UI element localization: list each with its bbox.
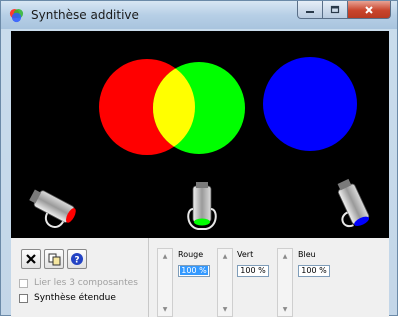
close-window-button[interactable] <box>348 1 391 19</box>
close-scene-button[interactable] <box>21 249 41 269</box>
chevron-up-icon[interactable]: ▲ <box>158 250 172 262</box>
green-slider[interactable]: ▲ ▼ <box>217 248 233 317</box>
separator <box>148 238 149 317</box>
extended-synthesis-checkbox[interactable] <box>19 293 28 303</box>
link-components-option[interactable]: Lier les 3 composantes <box>19 278 138 288</box>
red-slider[interactable]: ▲ ▼ <box>157 248 173 317</box>
chevron-down-icon[interactable]: ▼ <box>278 303 292 315</box>
x-icon <box>26 254 36 264</box>
chevron-up-icon[interactable]: ▲ <box>278 250 292 262</box>
maximize-button[interactable] <box>323 1 348 19</box>
copy-icon <box>48 253 60 265</box>
link-components-label: Lier les 3 composantes <box>34 278 138 288</box>
green-value-field[interactable]: 100 % <box>237 265 269 277</box>
green-label: Vert <box>237 250 254 259</box>
blue-light-circle <box>263 57 357 151</box>
blue-spotlight[interactable] <box>327 178 371 232</box>
blue-label: Bleu <box>298 250 316 259</box>
maximize-icon <box>330 5 340 14</box>
link-components-checkbox[interactable] <box>19 278 28 288</box>
control-panel: ? Lier les 3 composantes Synthèse étendu… <box>11 238 389 317</box>
svg-text:?: ? <box>74 256 79 266</box>
copy-button[interactable] <box>44 249 64 269</box>
extended-synthesis-label: Synthèse étendue <box>34 293 116 303</box>
extended-synthesis-option[interactable]: Synthèse étendue <box>19 293 116 303</box>
blue-value: 100 % <box>301 266 327 275</box>
app-window: Synthèse additive ? Lier les 3 composant… <box>0 0 398 317</box>
chevron-up-icon[interactable]: ▲ <box>218 250 232 262</box>
green-value: 100 % <box>240 266 266 275</box>
red-label: Rouge <box>178 250 204 259</box>
help-icon: ? <box>71 253 83 266</box>
color-synthesis-scene <box>23 57 371 234</box>
red-value: 100 % <box>180 266 208 275</box>
green-spotlight[interactable] <box>187 182 217 230</box>
red-spotlight[interactable] <box>23 187 78 234</box>
blue-value-field[interactable]: 100 % <box>298 265 330 277</box>
title-bar[interactable]: Synthèse additive <box>1 1 397 29</box>
help-button[interactable]: ? <box>67 249 87 269</box>
app-icon <box>9 8 24 23</box>
close-icon <box>365 5 373 14</box>
minimize-icon <box>306 10 314 13</box>
minimize-button[interactable] <box>297 1 323 19</box>
chevron-down-icon[interactable]: ▼ <box>218 303 232 315</box>
color-canvas[interactable] <box>11 31 389 238</box>
blue-slider[interactable]: ▲ ▼ <box>277 248 293 317</box>
red-value-field[interactable]: 100 % <box>178 265 210 277</box>
chevron-down-icon[interactable]: ▼ <box>158 303 172 315</box>
window-title: Synthèse additive <box>31 8 139 22</box>
